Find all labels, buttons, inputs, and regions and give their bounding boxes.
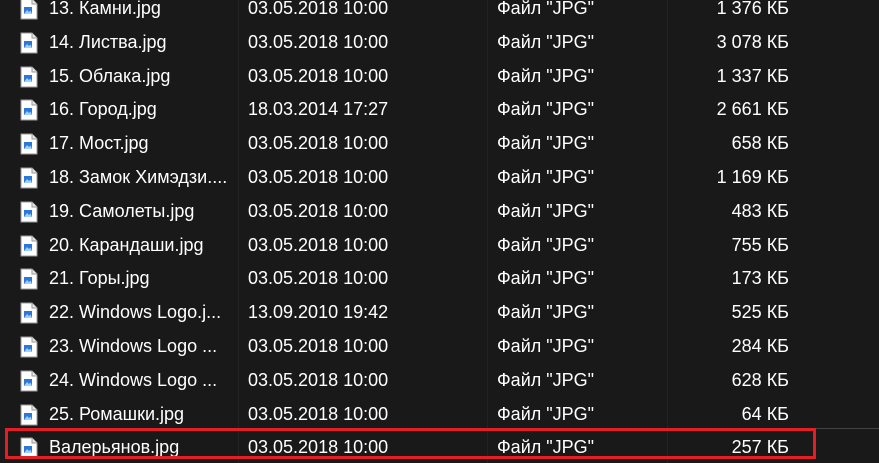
jpg-file-icon <box>20 99 38 121</box>
jpg-file-icon <box>20 32 38 54</box>
file-date-modified: 03.05.2018 10:00 <box>248 65 389 86</box>
file-name: 25. Ромашки.jpg <box>49 403 185 424</box>
file-size: 284 КБ <box>731 335 789 356</box>
file-size: 173 КБ <box>731 268 789 289</box>
file-row[interactable]: 22. Windows Logo.j... 13.09.2010 19:42 Фай… <box>0 296 879 330</box>
file-name: 14. Листва.jpg <box>49 31 167 52</box>
file-row[interactable]: Валерьянов.jpg 03.05.2018 10:00 Файл "JPG"… <box>0 431 879 463</box>
file-type: Файл "JPG" <box>497 99 595 120</box>
file-size: 755 КБ <box>731 234 789 255</box>
file-name: 15. Облака.jpg <box>49 65 171 86</box>
file-row[interactable]: 21. Горы.jpg 03.05.2018 10:00 Файл "JPG" 17… <box>0 262 879 296</box>
file-type: Файл "JPG" <box>497 0 595 18</box>
file-row[interactable]: 25. Ромашки.jpg 03.05.2018 10:00 Файл "JPG… <box>0 398 879 432</box>
file-row[interactable]: 17. Мост.jpg 03.05.2018 10:00 Файл "JPG" 65… <box>0 127 879 161</box>
file-type: Файл "JPG" <box>497 268 595 289</box>
jpg-file-icon <box>20 201 38 223</box>
file-name: Валерьянов.jpg <box>49 437 180 458</box>
jpg-file-icon <box>20 370 38 392</box>
file-size: 1 337 КБ <box>716 65 789 86</box>
file-row[interactable]: 20. Карандаши.jpg 03.05.2018 10:00 Файл "J… <box>0 229 879 263</box>
file-name: 13. Камни.jpg <box>49 0 161 18</box>
file-type: Файл "JPG" <box>497 403 595 424</box>
jpg-file-icon <box>20 404 38 426</box>
file-name: 24. Windows Logo ... <box>49 369 218 390</box>
jpg-file-icon <box>20 0 38 20</box>
file-row[interactable]: 15. Облака.jpg 03.05.2018 10:00 Файл "JPG"… <box>0 60 879 94</box>
file-date-modified: 18.03.2014 17:27 <box>248 99 389 120</box>
file-name: 19. Самолеты.jpg <box>49 200 195 221</box>
file-row[interactable]: 16. Город.jpg 18.03.2014 17:27 Файл "JPG" 2… <box>0 93 879 127</box>
file-name: 18. Замок Химэдзи.... <box>49 166 228 187</box>
file-type: Файл "JPG" <box>497 234 595 255</box>
jpg-file-icon <box>20 336 38 358</box>
file-type: Файл "JPG" <box>497 166 595 187</box>
file-row[interactable]: 19. Самолеты.jpg 03.05.2018 10:00 Файл "JP… <box>0 195 879 229</box>
file-type: Файл "JPG" <box>497 302 595 323</box>
file-list: 13. Камни.jpg 03.05.2018 10:00 Файл "JPG" 1… <box>0 0 879 463</box>
file-row[interactable]: 24. Windows Logo ... 03.05.2018 10:00 Файл… <box>0 364 879 398</box>
jpg-file-icon <box>20 437 38 459</box>
file-date-modified: 03.05.2018 10:00 <box>248 133 389 154</box>
file-row[interactable]: 14. Листва.jpg 03.05.2018 10:00 Файл "JPG"… <box>0 26 879 60</box>
file-date-modified: 03.05.2018 10:00 <box>248 369 389 390</box>
file-type: Файл "JPG" <box>497 65 595 86</box>
file-date-modified: 03.05.2018 10:00 <box>248 200 389 221</box>
jpg-file-icon <box>20 167 38 189</box>
file-type: Файл "JPG" <box>497 369 595 390</box>
jpg-file-icon <box>20 268 38 290</box>
file-type: Файл "JPG" <box>497 335 595 356</box>
file-type: Файл "JPG" <box>497 437 595 458</box>
file-date-modified: 03.05.2018 10:00 <box>248 0 389 18</box>
file-name: 17. Мост.jpg <box>49 133 149 154</box>
file-size: 1 376 КБ <box>716 0 789 18</box>
file-row[interactable]: 13. Камни.jpg 03.05.2018 10:00 Файл "JPG" 1… <box>0 0 879 26</box>
file-date-modified: 03.05.2018 10:00 <box>248 268 389 289</box>
file-type: Файл "JPG" <box>497 200 595 221</box>
file-row[interactable]: 18. Замок Химэдзи.... 03.05.2018 10:00 Фай… <box>0 161 879 195</box>
file-name: 16. Город.jpg <box>49 99 157 120</box>
file-date-modified: 03.05.2018 10:00 <box>248 403 389 424</box>
file-name: 20. Карандаши.jpg <box>49 234 204 255</box>
file-size: 628 КБ <box>731 369 789 390</box>
file-size: 483 КБ <box>731 200 789 221</box>
file-size: 1 169 КБ <box>716 166 789 187</box>
file-name: 22. Windows Logo.j... <box>49 302 222 323</box>
file-size: 257 КБ <box>731 437 789 458</box>
file-row[interactable]: 23. Windows Logo ... 03.05.2018 10:00 Файл… <box>0 330 879 364</box>
file-date-modified: 03.05.2018 10:00 <box>248 166 389 187</box>
file-date-modified: 13.09.2010 19:42 <box>248 302 389 323</box>
file-type: Файл "JPG" <box>497 31 595 52</box>
file-date-modified: 03.05.2018 10:00 <box>248 335 389 356</box>
file-size: 3 078 КБ <box>716 31 789 52</box>
row-separator <box>816 428 879 429</box>
file-name: 21. Горы.jpg <box>49 268 150 289</box>
file-size: 525 КБ <box>731 302 789 323</box>
file-size: 2 661 КБ <box>716 99 789 120</box>
file-size: 658 КБ <box>731 133 789 154</box>
jpg-file-icon <box>20 302 38 324</box>
file-type: Файл "JPG" <box>497 133 595 154</box>
jpg-file-icon <box>20 66 38 88</box>
jpg-file-icon <box>20 235 38 257</box>
file-date-modified: 03.05.2018 10:00 <box>248 437 389 458</box>
file-name: 23. Windows Logo ... <box>49 335 218 356</box>
file-date-modified: 03.05.2018 10:00 <box>248 31 389 52</box>
jpg-file-icon <box>20 133 38 155</box>
file-size: 64 КБ <box>741 403 789 424</box>
file-date-modified: 03.05.2018 10:00 <box>248 234 389 255</box>
